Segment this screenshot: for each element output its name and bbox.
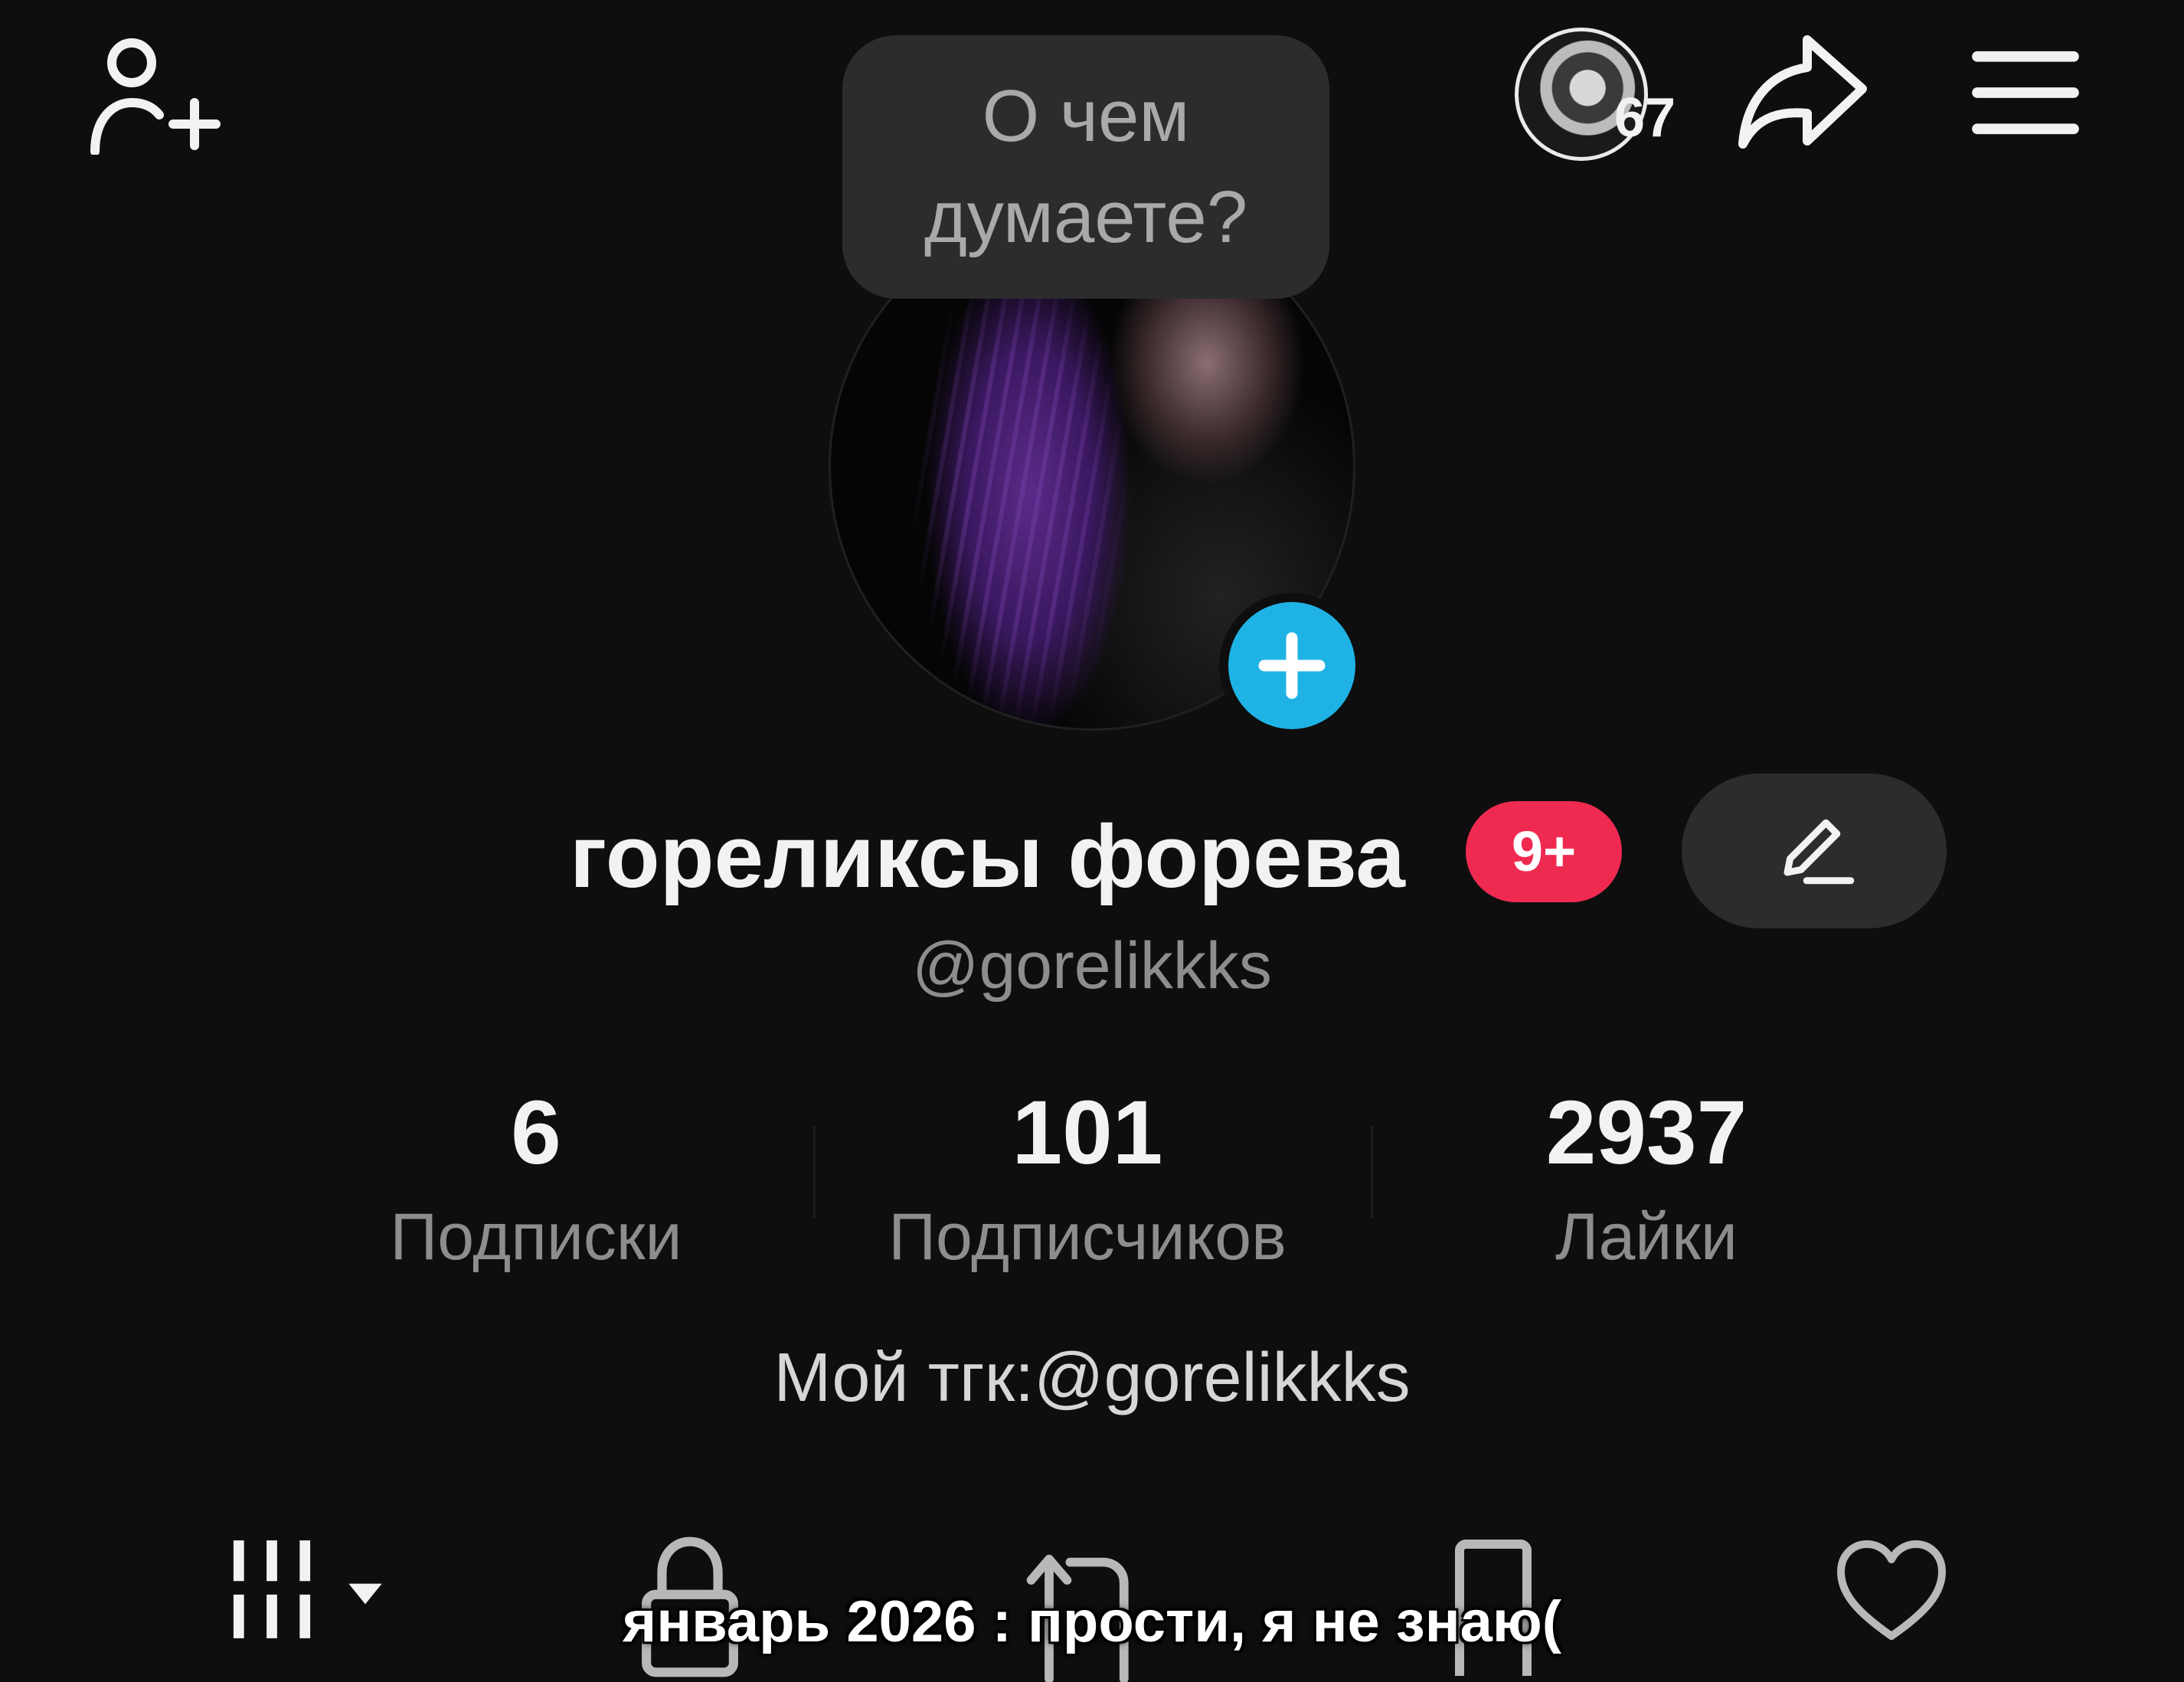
likes-stat[interactable]: 2937 Лайки <box>1440 1088 1853 1270</box>
profile-screen: 67 О чем думаете? гореликсы форева 9+ @g… <box>0 0 2184 1682</box>
add-friend-icon[interactable] <box>90 32 228 155</box>
video-caption: январь 2026 : прости, я не знаю( <box>622 1589 1562 1654</box>
followers-stat[interactable]: 101 Подписчиков <box>842 1088 1332 1270</box>
followers-label: Подписчиков <box>888 1200 1287 1274</box>
plus-icon <box>1258 632 1326 699</box>
display-name: гореликсы форева <box>570 807 1405 906</box>
following-label: Подписки <box>390 1200 682 1274</box>
bio: Мой тгк:@gorelikkks <box>773 1340 1411 1416</box>
stat-divider <box>1371 1126 1373 1218</box>
likes-label: Лайки <box>1555 1200 1738 1274</box>
notification-badge[interactable]: 9+ <box>1466 801 1622 902</box>
share-icon[interactable] <box>1737 31 1868 153</box>
edit-profile-button[interactable] <box>1682 774 1947 928</box>
likes-count: 2937 <box>1545 1082 1748 1183</box>
thought-bubble[interactable]: О чем думаете? <box>842 35 1329 299</box>
add-story-button[interactable] <box>1219 593 1365 738</box>
following-count: 6 <box>511 1082 561 1183</box>
following-stat[interactable]: 6 Подписки <box>329 1088 743 1270</box>
pencil-icon <box>1783 819 1855 885</box>
username: @gorelikkks <box>912 929 1272 1003</box>
followers-count: 101 <box>1012 1082 1163 1183</box>
stat-divider <box>813 1126 816 1218</box>
story-count: 67 <box>1614 87 1676 149</box>
menu-icon[interactable] <box>1971 47 2080 138</box>
